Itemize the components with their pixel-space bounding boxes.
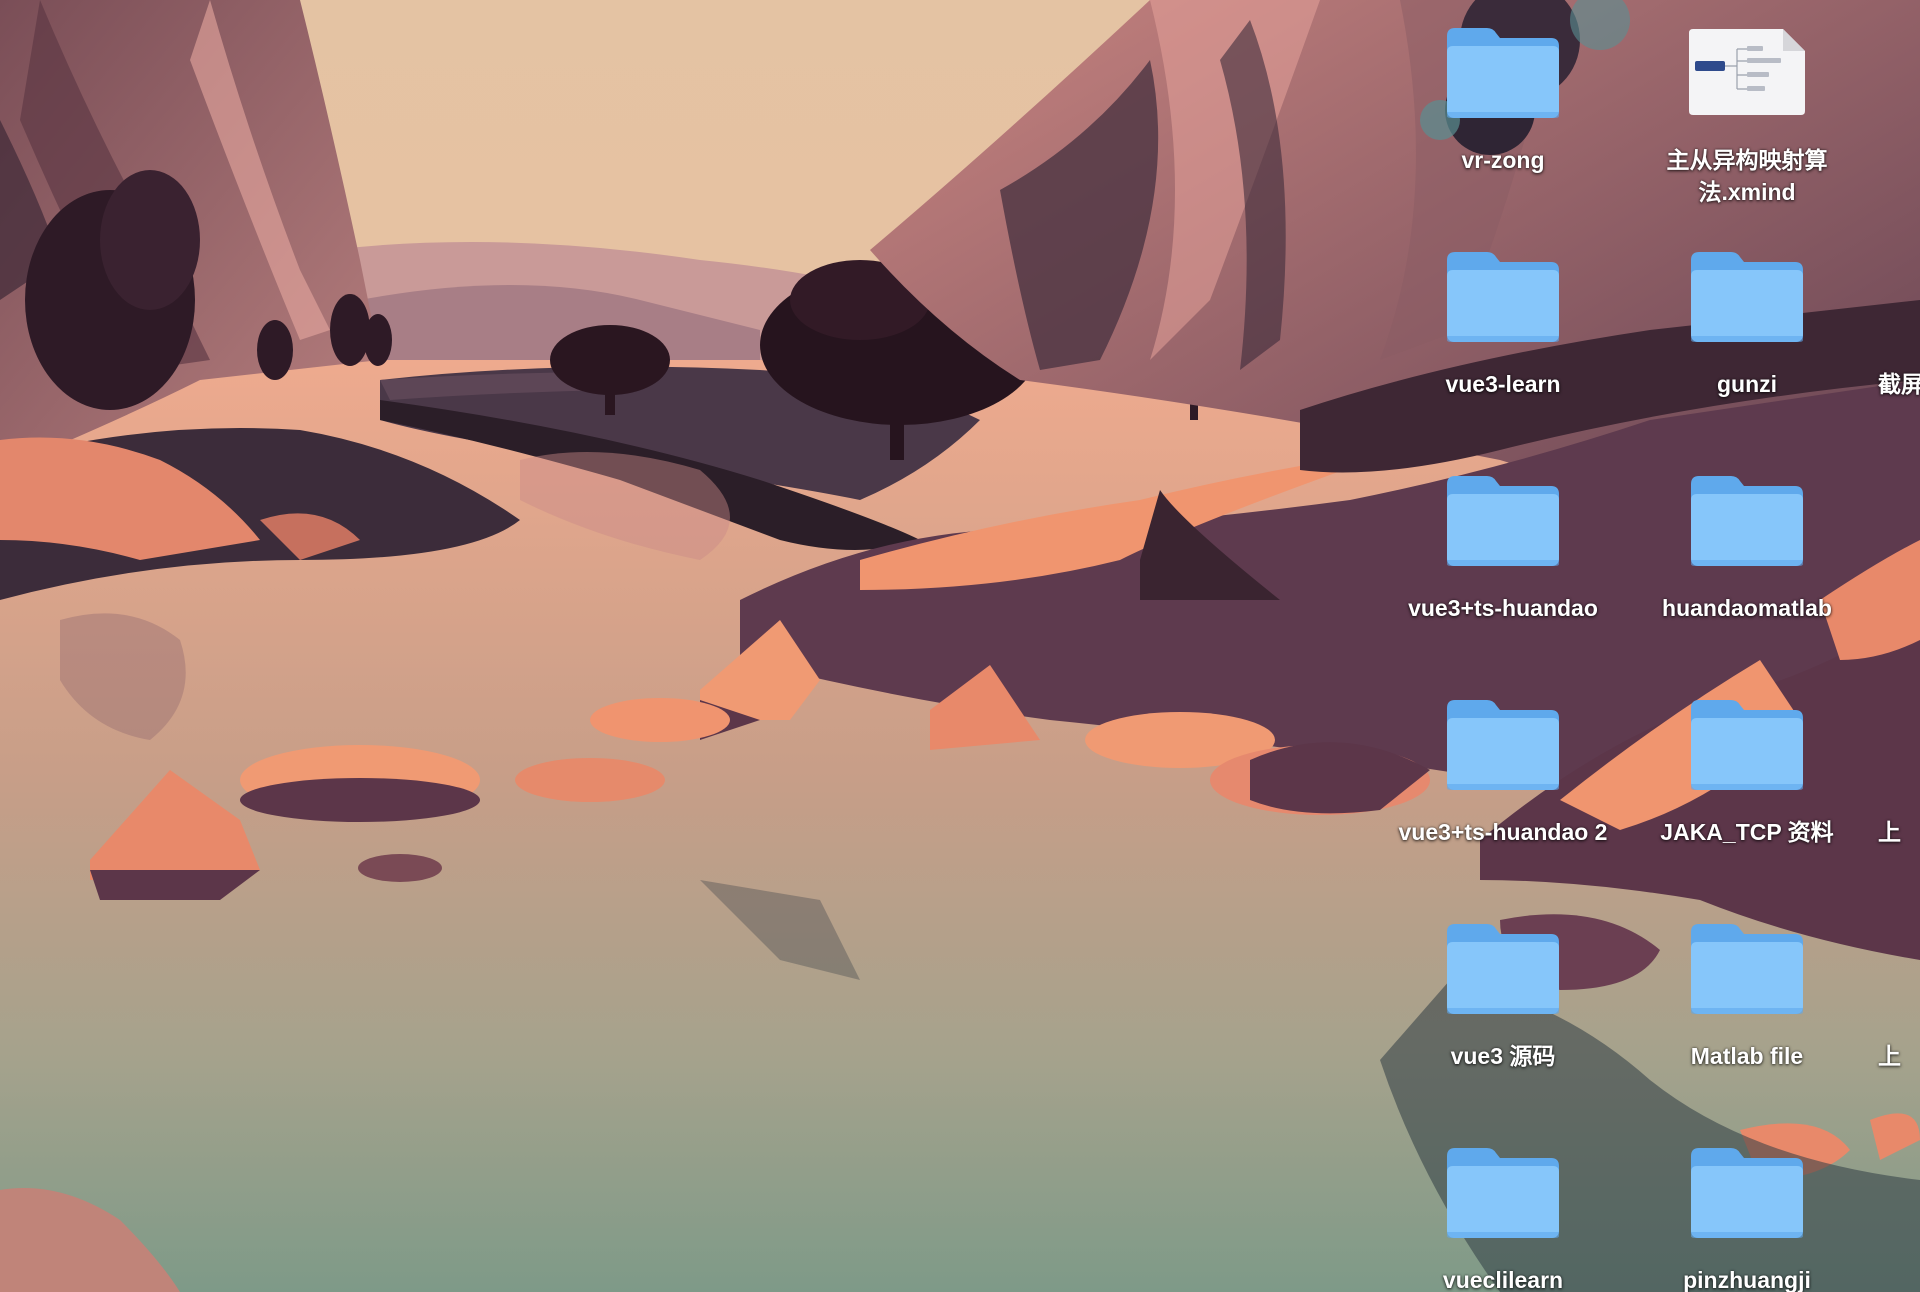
icon-vue3-learn[interactable]: vue3-learn [1388,244,1618,400]
folder-icon [1442,468,1564,572]
icon-label: 上 [1878,1043,1901,1069]
icon-label: vue3 源码 [1450,1043,1556,1069]
icon-label: vue3+ts-huandao [1408,595,1598,621]
file-icon [1916,916,1920,1020]
xmind-document-icon [1686,20,1808,124]
icon-label: gunzi [1716,371,1778,397]
folder-icon [1442,916,1564,1020]
icon-label: 主从异构映射算法.xmind [1666,147,1828,205]
folder-icon [1686,692,1808,796]
icon-label: vr-zong [1461,147,1545,173]
icon-label: vueclilearn [1442,1267,1564,1292]
icon-label: 上 [1878,819,1901,845]
folder-icon [1442,244,1564,348]
folder-icon [1686,244,1808,348]
icon-label: pinzhuangji [1683,1267,1811,1292]
file-icon [1916,692,1920,796]
icon-huandaomatlab[interactable]: huandaomatlab [1632,468,1862,624]
icon-pinzhuangji[interactable]: pinzhuangji [1632,1140,1862,1292]
icon-label: Matlab file [1690,1043,1804,1069]
folder-icon [1442,1140,1564,1244]
folder-icon [1686,1140,1808,1244]
icon-label: vue3-learn [1445,371,1561,397]
icon-label: JAKA_TCP 资料 [1660,819,1834,845]
icon-label: huandaomatlab [1662,595,1832,621]
icon-gunzi[interactable]: gunzi [1632,244,1862,400]
desktop: vr-zong 主从异构映射算法.xmind vue3-learn gunzi … [0,0,1920,1292]
icon-jaka-tcp[interactable]: JAKA_TCP 资料 [1632,692,1862,848]
icon-vueclilearn[interactable]: vueclilearn [1388,1140,1618,1292]
folder-icon [1442,20,1564,124]
icon-vue3-source[interactable]: vue3 源码 [1388,916,1618,1072]
folder-icon [1686,916,1808,1020]
icon-xmind-file[interactable]: 主从异构映射算法.xmind [1632,20,1862,208]
icon-label: vue3+ts-huandao 2 [1398,819,1608,845]
icon-vr-zong[interactable]: vr-zong [1388,20,1618,176]
icon-vue3-ts-huandao[interactable]: vue3+ts-huandao [1388,468,1618,624]
folder-icon [1442,692,1564,796]
file-icon [1916,244,1920,348]
icon-matlab-file[interactable]: Matlab file [1632,916,1862,1072]
icon-label: 截屏 [1878,371,1920,397]
icon-screenshot-partial[interactable]: 截屏 [1862,244,1920,400]
icon-partial-1[interactable]: 上 [1862,692,1920,848]
icon-vue3-ts-huandao-2[interactable]: vue3+ts-huandao 2 [1388,692,1618,848]
icon-partial-2[interactable]: 上 [1862,916,1920,1072]
folder-icon [1686,468,1808,572]
